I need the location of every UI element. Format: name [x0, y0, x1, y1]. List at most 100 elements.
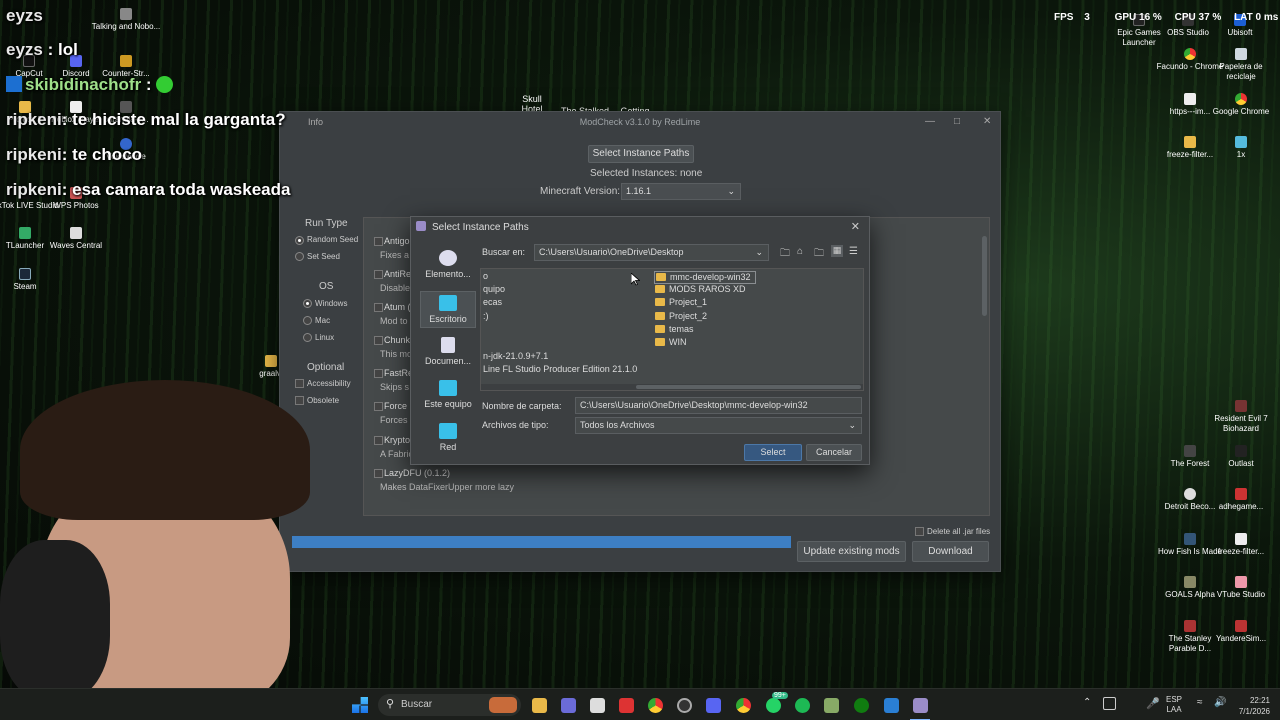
copilot-icon[interactable]	[561, 698, 576, 713]
desktop-icon[interactable]: freeze-filter...	[1206, 533, 1276, 557]
mod-checkbox[interactable]	[374, 402, 383, 411]
desktop-icon[interactable]: Talking and Nobo...	[91, 8, 161, 32]
random-seed-label: Random Seed	[307, 235, 359, 244]
folder-item[interactable]: Project_2	[655, 311, 707, 321]
chevron-up-icon[interactable]: ⌃	[1083, 697, 1091, 708]
folder-item[interactable]: temas	[655, 324, 694, 334]
discord-taskbar-icon[interactable]	[706, 698, 721, 713]
list-item[interactable]: quipo	[483, 284, 505, 294]
look-in-select[interactable]: C:\Users\Usuario\OneDrive\Desktop ⌄	[534, 244, 769, 261]
start-windows-icon[interactable]	[352, 697, 368, 713]
minecraft-icon[interactable]	[824, 698, 839, 713]
webcam-hair	[20, 380, 310, 520]
mod-checkbox[interactable]	[374, 469, 383, 478]
github-icon[interactable]	[677, 698, 692, 713]
mod-checkbox[interactable]	[374, 237, 383, 246]
desktop-icon-label: Outlast	[1228, 459, 1254, 468]
chrome-taskbar-icon[interactable]	[648, 698, 663, 713]
random-seed-radio[interactable]	[295, 236, 304, 245]
info-tab[interactable]: Info	[308, 112, 323, 132]
home-icon[interactable]: ⌂	[797, 246, 803, 257]
list-item[interactable]: :)	[483, 311, 489, 321]
folder-item[interactable]: MODS RAROS XD	[655, 284, 746, 294]
list-item[interactable]: ecas	[483, 297, 502, 307]
wps-taskbar-icon[interactable]	[619, 698, 634, 713]
wifi-icon[interactable]: ≈	[1197, 697, 1203, 708]
list-item[interactable]: Line FL Studio Producer Edition 21.1.0	[483, 364, 637, 374]
folder-name-input[interactable]: C:\Users\Usuario\OneDrive\Desktop\mmc-de…	[575, 397, 862, 414]
place-desktop[interactable]: Escritorio	[420, 291, 476, 328]
desktop-icon[interactable]: VTube Studio	[1206, 576, 1276, 600]
close-icon[interactable]: ✕	[851, 220, 860, 233]
desktop-icon[interactable]: Steam	[0, 268, 60, 292]
select-button[interactable]: Select	[744, 444, 802, 461]
windows-radio[interactable]	[303, 299, 312, 308]
folder-icon	[265, 355, 277, 367]
desktop-icon[interactable]: 1x	[1206, 136, 1276, 160]
desktop-icon[interactable]: Outlast	[1206, 445, 1276, 469]
webcam-overlay	[0, 380, 330, 688]
mod-checkbox[interactable]	[374, 336, 383, 345]
place-this-pc[interactable]: Este equipo	[420, 380, 476, 409]
minecraft-version-select[interactable]: 1.16.1 ⌄	[621, 183, 741, 200]
volume-icon[interactable]: 🔊	[1214, 697, 1226, 708]
desktop-icon[interactable]: YandereSim...	[1206, 620, 1276, 644]
spotify-icon[interactable]	[795, 698, 810, 713]
list-view-icon[interactable]: ▦	[831, 245, 843, 257]
steam-icon	[19, 268, 31, 280]
close-icon[interactable]: ✕	[983, 112, 991, 132]
desktop-icon[interactable]: Resident Evil 7 Biohazard	[1206, 400, 1276, 434]
mod-checkbox[interactable]	[374, 270, 383, 279]
app-taskbar-icon[interactable]	[884, 698, 899, 713]
place-network[interactable]: Red	[420, 423, 476, 452]
java-app-icon[interactable]	[913, 698, 928, 713]
folder-item[interactable]: Project_1	[655, 297, 707, 307]
list-item[interactable]: n-jdk-21.0.9+7.1	[483, 351, 548, 361]
mod-name: FastRe	[384, 368, 414, 378]
scrollbar-thumb[interactable]	[636, 385, 861, 389]
mod-checkbox[interactable]	[374, 303, 383, 312]
download-button[interactable]: Download	[912, 541, 989, 562]
folder-item[interactable]: WIN	[655, 337, 687, 347]
game-icon	[1184, 533, 1196, 545]
mod-checkbox[interactable]	[374, 369, 383, 378]
details-view-icon[interactable]: ☰	[849, 246, 858, 257]
whatsapp-icon[interactable]	[766, 698, 781, 713]
desktop-icon[interactable]: adhegame...	[1206, 488, 1276, 512]
linux-radio[interactable]	[303, 333, 312, 342]
file-explorer-icon[interactable]	[532, 698, 547, 713]
cancel-button[interactable]: Cancelar	[806, 444, 862, 461]
list-item[interactable]: o	[483, 271, 488, 281]
file-icon	[1184, 93, 1196, 105]
microphone-icon[interactable]: 🎤	[1146, 697, 1160, 710]
clock[interactable]: 22:21 7/1/2026	[1230, 695, 1270, 717]
desktop-icon[interactable]: Google Chrome	[1206, 93, 1276, 117]
minimize-icon[interactable]: —	[925, 112, 935, 132]
horizontal-scrollbar[interactable]	[481, 384, 863, 390]
place-documents[interactable]: Documen...	[420, 337, 476, 366]
mouse-cursor-icon	[631, 273, 640, 286]
desktop-icon[interactable]: Waves Central	[41, 227, 111, 251]
mod-checkbox[interactable]	[374, 436, 383, 445]
taskbar-search[interactable]: ⚲ Buscar	[378, 694, 521, 716]
xbox-icon[interactable]	[854, 698, 869, 713]
chrome-profile-icon[interactable]	[736, 698, 751, 713]
tray-app-icon[interactable]	[1103, 697, 1116, 710]
store-icon[interactable]	[590, 698, 605, 713]
new-folder-icon[interactable]: 🗀	[814, 246, 824, 263]
desktop-icon[interactable]: Papelera de reciclaje	[1206, 48, 1276, 82]
file-type-select[interactable]: Todos los Archivos ⌄	[575, 417, 862, 434]
update-existing-mods-button[interactable]: Update existing mods	[797, 541, 906, 562]
chrome-icon	[1235, 93, 1247, 105]
scrollbar[interactable]	[982, 236, 987, 316]
select-instance-paths-button[interactable]: Select Instance Paths	[588, 145, 694, 163]
mac-radio[interactable]	[303, 316, 312, 325]
folder-up-icon[interactable]: 🗀	[780, 246, 790, 263]
place-label: Escritorio	[429, 314, 467, 324]
set-seed-radio[interactable]	[295, 252, 304, 261]
folder-item-selected[interactable]: mmc-develop-win32	[654, 271, 756, 284]
delete-jars-checkbox[interactable]	[915, 527, 924, 536]
language-indicator[interactable]: ESP LAA	[1166, 695, 1182, 715]
place-recent[interactable]: Elemento...	[420, 250, 476, 279]
maximize-icon[interactable]: □	[954, 112, 960, 132]
